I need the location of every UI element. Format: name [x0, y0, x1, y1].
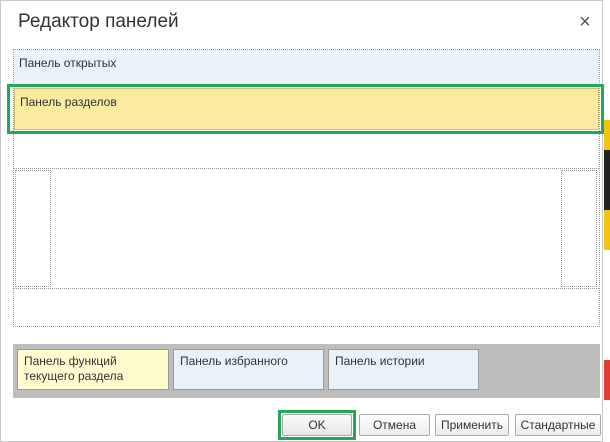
empty-slot-left[interactable]: [15, 170, 51, 287]
open-items-panel-label: Панель открытых: [19, 56, 117, 70]
empty-slot-top[interactable]: [14, 132, 599, 169]
dialog-title: Редактор панелей: [18, 11, 179, 32]
standard-button[interactable]: Стандартные: [515, 414, 601, 436]
ok-button-highlight: [278, 410, 356, 440]
open-items-panel[interactable]: Панель открытых: [14, 50, 599, 87]
available-panels-area: Панель функций текущего раздела Панель и…: [13, 344, 600, 398]
available-panel-label: Панель избранного: [180, 354, 288, 368]
apply-button[interactable]: Применить: [435, 414, 509, 436]
background-window-edge: [604, 0, 610, 442]
available-panel-current-section-functions[interactable]: Панель функций текущего раздела: [17, 349, 169, 390]
cancel-button[interactable]: Отмена: [359, 414, 430, 436]
available-panel-favorites[interactable]: Панель избранного: [173, 349, 324, 390]
available-panel-label: Панель истории: [335, 354, 425, 368]
available-panel-label: Панель функций текущего раздела: [24, 354, 124, 383]
close-icon[interactable]: ×: [574, 11, 596, 33]
empty-slot-bottom[interactable]: [14, 288, 599, 327]
sections-panel-highlight: [7, 84, 604, 134]
available-panel-history[interactable]: Панель истории: [328, 349, 479, 390]
empty-slot-right[interactable]: [561, 170, 597, 287]
panel-editor-dialog: Редактор панелей × Панель открытых Панел…: [0, 0, 604, 442]
